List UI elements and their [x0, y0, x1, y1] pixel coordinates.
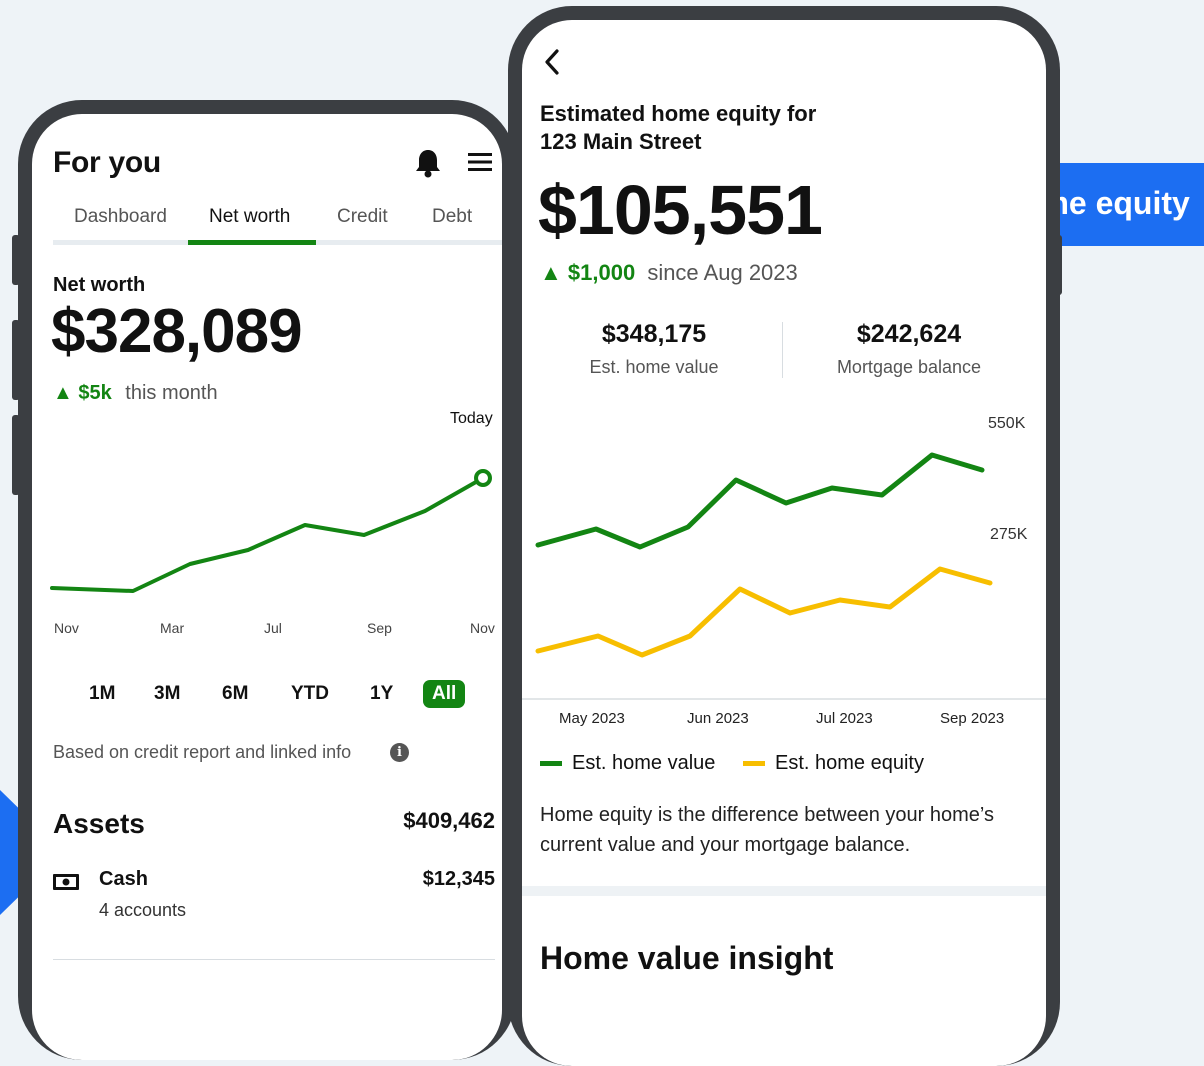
- asset-row-cash[interactable]: Cash 4 accounts $12,345: [53, 868, 495, 938]
- section-divider: [522, 886, 1046, 896]
- info-icon[interactable]: i: [390, 743, 409, 762]
- back-chevron-icon[interactable]: [542, 48, 562, 76]
- net-worth-value: $328,089: [51, 297, 303, 366]
- chart-x-label: May 2023: [559, 710, 625, 727]
- stat-value: $348,175: [601, 320, 707, 348]
- stat-divider: [782, 322, 783, 378]
- range-1m-button[interactable]: 1M: [89, 683, 115, 705]
- net-worth-change: ▲ $5k this month: [53, 382, 218, 405]
- chart-x-label: Sep 2023: [940, 710, 1005, 727]
- assets-heading: Assets: [53, 808, 145, 839]
- phone-net-worth: For you Dashboard Net worth Credit Debt …: [18, 100, 516, 1060]
- title-line: Estimated home equity for: [540, 101, 817, 126]
- tab-debt[interactable]: Debt: [432, 206, 472, 228]
- chart-x-label: Nov: [470, 620, 495, 636]
- asset-sub: 4 accounts: [99, 900, 187, 920]
- chart-x-label: Mar: [160, 620, 185, 636]
- bell-icon[interactable]: [414, 148, 442, 178]
- stat-mortgage-balance: $242,624 Mortgage balance: [794, 320, 1024, 378]
- net-worth-label: Net worth: [53, 274, 146, 296]
- tab-active-indicator: [188, 240, 316, 245]
- stat-home-value: $348,175 Est. home value: [540, 320, 768, 378]
- stat-label: Est. home value: [589, 357, 719, 377]
- chart-x-label: Jul 2023: [816, 710, 873, 727]
- title-line: 123 Main Street: [540, 129, 702, 154]
- net-worth-change-amount: ▲ $5k: [53, 382, 112, 404]
- net-worth-series-line: [50, 476, 485, 593]
- home-equity-value: $105,551: [538, 171, 823, 249]
- home-equity-description: Home equity is the difference between yo…: [540, 804, 994, 856]
- legend-label: Est. home value: [572, 752, 716, 774]
- range-ytd-button[interactable]: YTD: [291, 683, 329, 705]
- range-3m-button[interactable]: 3M: [154, 683, 180, 705]
- legend-label: Est. home equity: [774, 752, 924, 774]
- net-worth-change-period: this month: [125, 382, 218, 404]
- phone-home-equity: Estimated home equity for 123 Main Stree…: [508, 6, 1060, 1066]
- chart-x-label: Jul: [264, 620, 282, 636]
- insight-heading: Home value insight: [540, 940, 834, 976]
- range-6m-button[interactable]: 6M: [222, 683, 248, 705]
- chart-legend: Est. home value Est. home equity: [540, 752, 924, 775]
- chart-today-marker: [474, 469, 492, 487]
- home-value-series-line: [535, 452, 985, 550]
- tab-dashboard[interactable]: Dashboard: [74, 206, 167, 228]
- chart-x-label: Nov: [54, 620, 79, 636]
- home-equity-change: ▲ $1,000 since Aug 2023: [540, 260, 798, 286]
- home-equity-screen: Estimated home equity for 123 Main Stree…: [522, 20, 1046, 1066]
- stat-label: Mortgage balance: [836, 357, 982, 377]
- data-source-note: Based on credit report and linked info: [53, 742, 352, 762]
- asset-value: $12,345: [422, 868, 495, 890]
- chart-x-label: Jun 2023: [687, 710, 749, 727]
- chart-x-label: Sep: [367, 620, 392, 636]
- legend-swatch-home-equity: [742, 761, 765, 767]
- legend-swatch-home-value: [540, 761, 562, 767]
- range-1y-button[interactable]: 1Y: [370, 683, 393, 705]
- home-equity-line-chart: [522, 452, 1046, 700]
- assets-total: $409,462: [403, 808, 495, 833]
- menu-icon[interactable]: [468, 152, 492, 172]
- cash-icon: [53, 874, 79, 890]
- home-equity-change-amount: ▲ $1,000: [540, 260, 636, 285]
- chart-today-label: Today: [450, 410, 493, 427]
- net-worth-screen: For you Dashboard Net worth Credit Debt …: [32, 114, 502, 1060]
- list-divider: [53, 959, 495, 960]
- range-all-button[interactable]: All: [423, 680, 466, 708]
- tab-credit[interactable]: Credit: [337, 206, 388, 228]
- tab-net-worth[interactable]: Net worth: [209, 206, 290, 228]
- page-title: Estimated home equity for 123 Main Stree…: [540, 100, 816, 156]
- asset-name: Cash: [99, 868, 148, 890]
- home-equity-series-line: [535, 566, 993, 658]
- home-equity-change-period: since Aug 2023: [647, 260, 798, 285]
- stat-value: $242,624: [856, 320, 962, 348]
- page-title: For you: [53, 146, 161, 179]
- net-worth-line-chart: [50, 469, 492, 593]
